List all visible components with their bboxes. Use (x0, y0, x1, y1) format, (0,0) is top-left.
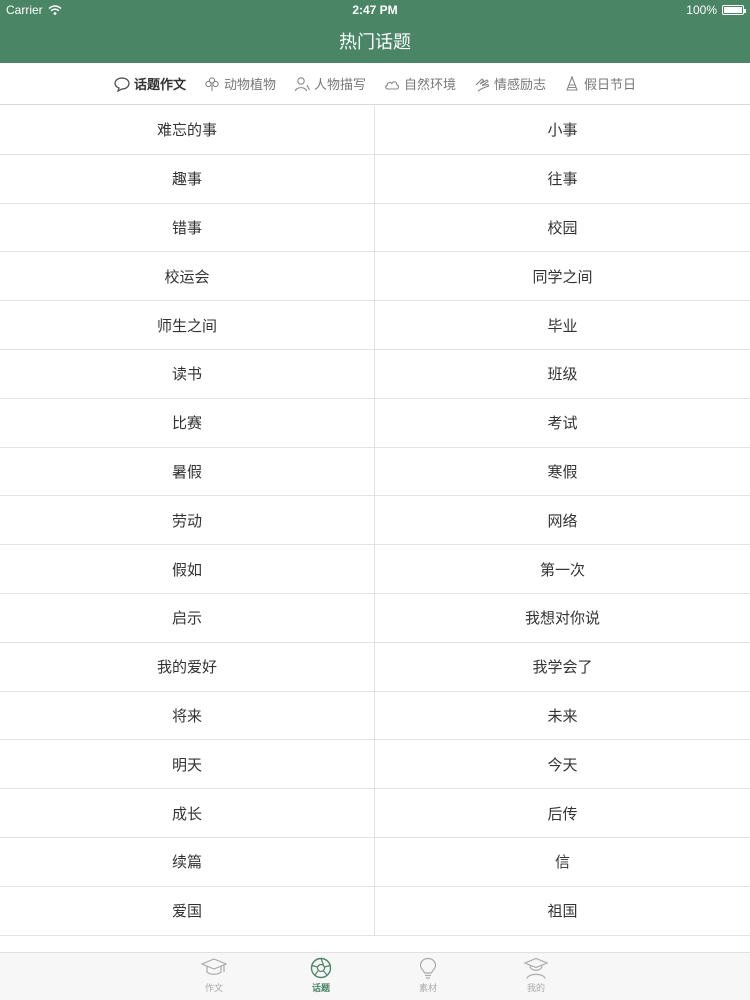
topic-item[interactable]: 难忘的事 (0, 106, 375, 154)
hand-icon (475, 77, 490, 91)
table-row: 将来 未来 (0, 691, 750, 741)
student-icon (523, 957, 549, 979)
table-row: 劳动 网络 (0, 496, 750, 546)
topic-item[interactable]: 今天 (375, 740, 750, 788)
party-hat-icon (566, 75, 578, 91)
topic-item[interactable]: 假如 (0, 545, 375, 593)
category-tab-animals-plants[interactable]: 动物植物 (204, 74, 276, 93)
tab-mine[interactable]: 我的 (506, 957, 566, 994)
topic-item[interactable]: 启示 (0, 593, 375, 642)
table-row: 师生之间 毕业 (0, 301, 750, 350)
topic-item[interactable]: 祖国 (375, 887, 750, 935)
topic-item[interactable]: 毕业 (375, 301, 750, 349)
table-row: 读书 班级 (0, 349, 750, 399)
graduation-cap-icon (201, 958, 227, 975)
category-tabs: 话题作文 动物植物 人物描写 自然环境 情感励志 假日节日 (0, 63, 750, 105)
status-time: 2:47 PM (352, 3, 398, 17)
lightbulb-icon (419, 957, 437, 979)
topic-item[interactable]: 校园 (375, 204, 750, 252)
tab-label: 作文 (204, 984, 223, 994)
topic-item[interactable]: 成长 (0, 789, 375, 837)
topic-item[interactable]: 寒假 (375, 448, 750, 496)
topic-item[interactable]: 我学会了 (375, 643, 750, 691)
topic-grid: 难忘的事 小事 趣事 往事 错事 校园 校运会 同学之间 师生之间 毕业 读书 班级 比赛 考试 暑假 寒假劳… (0, 106, 750, 936)
topic-item[interactable]: 小事 (375, 106, 750, 154)
topic-item[interactable]: 考试 (375, 399, 750, 447)
tab-bar: 作文 话题 素材 我的 (0, 952, 750, 1000)
topic-item[interactable]: 我想对你说 (375, 594, 750, 642)
page-title: 热门话题 (339, 32, 411, 53)
table-row: 爱国 祖国 (0, 886, 750, 936)
tab-label: 话题 (311, 984, 330, 994)
topic-item[interactable]: 读书 (0, 349, 375, 398)
topic-item[interactable]: 班级 (375, 350, 750, 398)
person-icon (294, 76, 310, 91)
table-row: 成长 后传 (0, 789, 750, 838)
category-label: 动物植物 (223, 78, 276, 93)
flower-icon (205, 76, 219, 91)
topic-item[interactable]: 比赛 (0, 398, 375, 447)
tab-materials[interactable]: 素材 (398, 957, 458, 994)
tab-label: 我的 (526, 984, 545, 994)
table-row: 暑假 寒假 (0, 447, 750, 497)
topic-item[interactable]: 我的爱好 (0, 642, 375, 691)
topic-item[interactable]: 网络 (375, 496, 750, 544)
tab-essays[interactable]: 作文 (184, 957, 244, 994)
category-label: 人物描写 (313, 78, 366, 93)
tab-label: 素材 (418, 984, 437, 994)
category-label: 话题作文 (133, 78, 186, 93)
topic-item[interactable]: 明天 (0, 740, 375, 789)
header: Carrier 2:47 PM 100% 热门话题 (0, 0, 750, 63)
table-row: 难忘的事 小事 (0, 106, 750, 155)
table-row: 错事 校园 (0, 203, 750, 253)
category-label: 情感励志 (494, 78, 547, 93)
topic-item[interactable]: 同学之间 (375, 252, 750, 300)
topic-item[interactable]: 未来 (375, 692, 750, 740)
topic-item[interactable]: 第一次 (375, 545, 750, 593)
tab-topics[interactable]: 话题 (291, 957, 351, 994)
table-row: 校运会 同学之间 (0, 252, 750, 302)
topic-item[interactable]: 错事 (0, 203, 375, 252)
category-label: 假日节日 (584, 78, 637, 93)
category-tab-emotion-inspiration[interactable]: 情感励志 (474, 74, 546, 93)
topic-item[interactable]: 续篇 (0, 837, 375, 886)
topic-item[interactable]: 后传 (375, 789, 750, 837)
category-tab-topic-essay[interactable]: 话题作文 (114, 74, 186, 93)
table-row: 启示 我想对你说 (0, 593, 750, 643)
topic-item[interactable]: 将来 (0, 691, 375, 740)
topic-item[interactable]: 校运会 (0, 252, 375, 301)
category-tab-nature-environment[interactable]: 自然环境 (384, 74, 456, 93)
topic-item[interactable]: 信 (375, 838, 750, 886)
aperture-icon (310, 957, 332, 979)
table-row: 续篇信 (0, 837, 750, 887)
battery-icon (722, 5, 746, 15)
topic-item[interactable]: 趣事 (0, 154, 375, 203)
table-row: 趣事 往事 (0, 154, 750, 204)
topic-item[interactable]: 暑假 (0, 447, 375, 496)
category-label: 自然环境 (404, 78, 457, 93)
table-row: 假如 第一次 (0, 545, 750, 594)
table-row: 明天 今天 (0, 740, 750, 790)
category-tab-character-description[interactable]: 人物描写 (294, 74, 366, 93)
table-row: 比赛 考试 (0, 398, 750, 448)
battery-percent: 100% (686, 3, 717, 17)
speech-bubble-icon (114, 76, 130, 92)
topic-item[interactable]: 爱国 (0, 886, 375, 935)
topic-item[interactable]: 师生之间 (0, 301, 375, 349)
topic-item[interactable]: 劳动 (0, 496, 375, 545)
category-tab-holidays[interactable]: 假日节日 (564, 74, 636, 93)
status-bar: Carrier 2:47 PM 100% (0, 0, 750, 22)
cloud-icon (385, 80, 399, 90)
table-row: 我的爱好 我学会了 (0, 642, 750, 692)
topic-item[interactable]: 往事 (375, 155, 750, 203)
